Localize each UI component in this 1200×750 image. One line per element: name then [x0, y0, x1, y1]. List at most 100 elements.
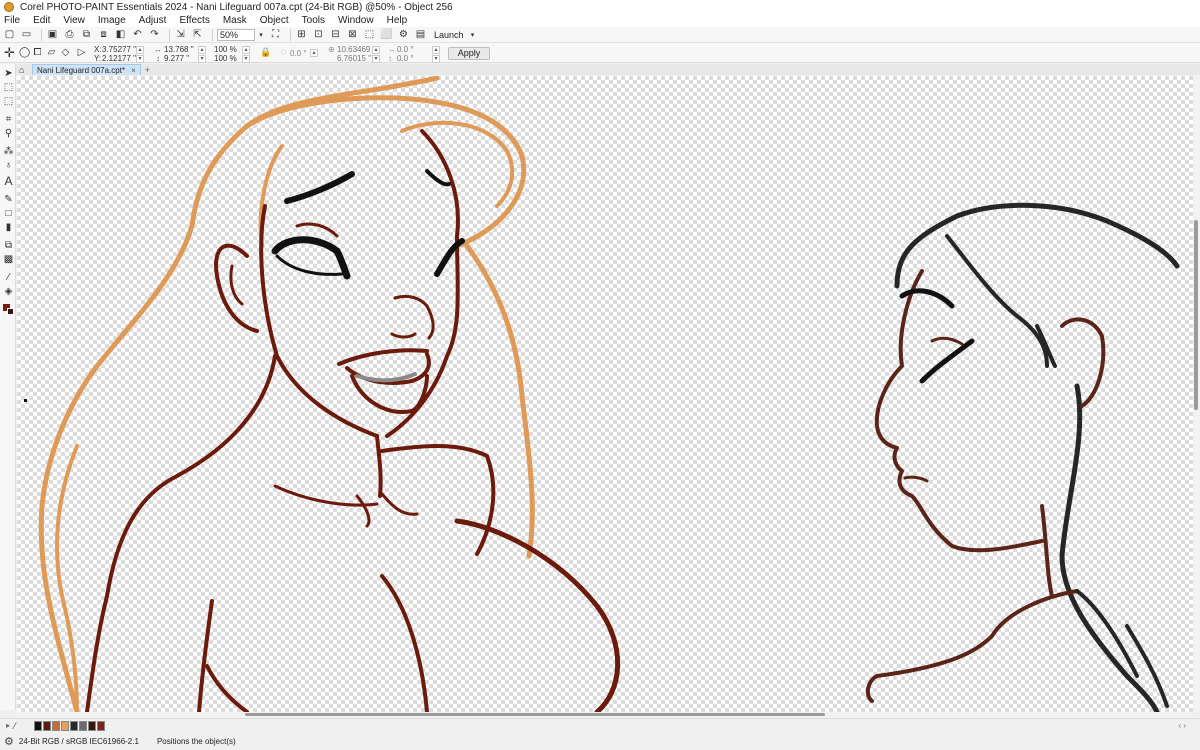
palette-swatch[interactable]: [43, 720, 51, 731]
menu-mask[interactable]: Mask: [223, 15, 247, 26]
redo-icon[interactable]: ↷: [148, 29, 161, 41]
spin-down-icon[interactable]: ▾: [242, 55, 250, 63]
palette-swatch[interactable]: [97, 720, 105, 731]
copy-icon[interactable]: ⧉: [80, 29, 93, 41]
menu-effects[interactable]: Effects: [179, 15, 209, 26]
spin-down-icon[interactable]: ▾: [432, 55, 440, 63]
spin-up-icon[interactable]: ▴: [372, 46, 380, 54]
menu-adjust[interactable]: Adjust: [139, 15, 167, 26]
home-icon[interactable]: ⌂: [19, 65, 29, 75]
rotation-angle-field[interactable]: 0.0 °: [290, 50, 307, 58]
zoom-tool-icon[interactable]: ⚲: [3, 128, 14, 139]
scale-height-field[interactable]: 100 %: [214, 55, 237, 63]
height-field[interactable]: 9.277 ": [164, 55, 189, 63]
skew-vertical-field[interactable]: 0.0 °: [397, 55, 414, 63]
horizontal-scroll-thumb[interactable]: [245, 713, 825, 716]
import-icon[interactable]: ⇲: [174, 29, 187, 41]
vertical-scrollbar[interactable]: [1193, 76, 1200, 712]
palette-swatch[interactable]: [70, 720, 78, 731]
snap-to-icon[interactable]: ⊠: [346, 29, 359, 41]
spin-up-icon[interactable]: ▴: [242, 46, 250, 54]
spin-down-icon[interactable]: ▾: [136, 55, 144, 63]
spin-updown-icon[interactable]: ▴: [310, 49, 318, 57]
settings-gear-icon[interactable]: ⚙: [4, 735, 14, 748]
menu-image[interactable]: Image: [98, 15, 126, 26]
open-folder-icon[interactable]: ▭: [20, 29, 33, 41]
scale-mode-icon[interactable]: ⧠: [32, 47, 43, 58]
undo-icon[interactable]: ↶: [131, 29, 144, 41]
y-position-field[interactable]: 2.12177 ": [102, 55, 136, 63]
center-x-field[interactable]: 10.63469 ": [337, 46, 375, 54]
export-icon[interactable]: ⇱: [191, 29, 204, 41]
menu-tools[interactable]: Tools: [302, 15, 325, 26]
eraser-tool-icon[interactable]: ▮: [3, 222, 14, 233]
show-rulers-icon[interactable]: ⊞: [295, 29, 308, 41]
object-marquee-icon[interactable]: ⬜: [380, 29, 393, 41]
menu-edit[interactable]: Edit: [33, 15, 50, 26]
selection-handle[interactable]: [24, 399, 27, 402]
palette-swatch[interactable]: [61, 720, 69, 731]
palette-scroll-icon[interactable]: ‹ ›: [1178, 721, 1186, 730]
rectangle-tool-icon[interactable]: □: [3, 208, 14, 219]
color-picker-tool-icon[interactable]: ⁄: [3, 272, 14, 283]
fill-tool-icon[interactable]: ◈: [3, 286, 14, 297]
eyedropper-tool-icon[interactable]: ⁂: [3, 146, 14, 157]
tab-document[interactable]: Nani Lifeguard 007a.cpt* ×: [32, 64, 141, 75]
color-swatch-icon[interactable]: [3, 304, 14, 315]
paint-tool-icon[interactable]: ✎: [3, 194, 14, 205]
new-tab-button[interactable]: +: [145, 65, 150, 75]
x-position-field[interactable]: 3.75277 ": [102, 46, 136, 54]
spin-down-icon[interactable]: ▾: [372, 55, 380, 63]
show-grid-icon[interactable]: ⊡: [312, 29, 325, 41]
launch-button[interactable]: Launch: [434, 30, 464, 40]
skew-horizontal-field[interactable]: 0.0 °: [397, 46, 414, 54]
width-field[interactable]: 13.768 ": [164, 46, 194, 54]
mask-marquee-icon[interactable]: ⬚: [363, 29, 376, 41]
eyedropper-icon[interactable]: ⁄: [14, 721, 16, 731]
menu-view[interactable]: View: [63, 15, 85, 26]
transparency-tool-icon[interactable]: ▩: [3, 254, 14, 265]
image-canvas[interactable]: [17, 76, 1193, 712]
zoom-level-input[interactable]: 50%: [217, 28, 255, 41]
palette-swatch[interactable]: [88, 720, 96, 731]
show-guidelines-icon[interactable]: ⊟: [329, 29, 342, 41]
full-screen-icon[interactable]: ⛶: [269, 29, 282, 41]
skew-mode-icon[interactable]: ▱: [46, 47, 57, 58]
center-y-field[interactable]: 6.76015 ": [337, 55, 371, 63]
palette-menu-icon[interactable]: ▸: [6, 721, 10, 730]
rectangle-mask-tool-icon[interactable]: ⬚: [3, 82, 14, 93]
print-icon[interactable]: ⎙: [63, 29, 76, 41]
vertical-scroll-thumb[interactable]: [1194, 220, 1198, 410]
paste-object-icon[interactable]: ◧: [114, 29, 127, 41]
perspective-mode-icon[interactable]: ▷: [76, 47, 87, 58]
lock-ratio-icon[interactable]: 🔒: [260, 47, 271, 58]
crop-tool-icon[interactable]: ⌗: [3, 114, 14, 125]
close-tab-icon[interactable]: ×: [131, 66, 136, 75]
pick-tool-icon[interactable]: ➤: [3, 68, 14, 79]
palette-swatch[interactable]: [34, 720, 42, 731]
new-document-icon[interactable]: ▢: [3, 29, 16, 41]
spin-up-icon[interactable]: ▴: [432, 46, 440, 54]
paste-icon[interactable]: ⧈: [97, 29, 110, 41]
scale-width-field[interactable]: 100 %: [214, 46, 237, 54]
chevron-down-icon[interactable]: ▾: [468, 29, 478, 41]
rotate-mode-icon[interactable]: ◯: [19, 47, 30, 58]
palette-swatch[interactable]: [79, 720, 87, 731]
application-launcher-icon[interactable]: ▤: [414, 29, 427, 41]
chevron-down-icon[interactable]: ▾: [257, 29, 265, 41]
menu-help[interactable]: Help: [387, 15, 408, 26]
mask-transform-tool-icon[interactable]: ⬚: [3, 96, 14, 107]
palette-swatch[interactable]: [52, 720, 60, 731]
spin-down-icon[interactable]: ▾: [198, 55, 206, 63]
menu-object[interactable]: Object: [260, 15, 289, 26]
spin-up-icon[interactable]: ▴: [198, 46, 206, 54]
clone-tool-icon[interactable]: ⧉: [3, 240, 14, 251]
save-icon[interactable]: ▣: [46, 29, 59, 41]
position-mode-icon[interactable]: ✛: [4, 46, 15, 59]
menu-file[interactable]: File: [4, 15, 20, 26]
options-gear-icon[interactable]: ⚙: [397, 29, 410, 41]
apply-button[interactable]: Apply: [448, 47, 490, 60]
menu-window[interactable]: Window: [338, 15, 374, 26]
distort-mode-icon[interactable]: ◇: [60, 47, 71, 58]
redeye-tool-icon[interactable]: ♁: [3, 160, 14, 171]
